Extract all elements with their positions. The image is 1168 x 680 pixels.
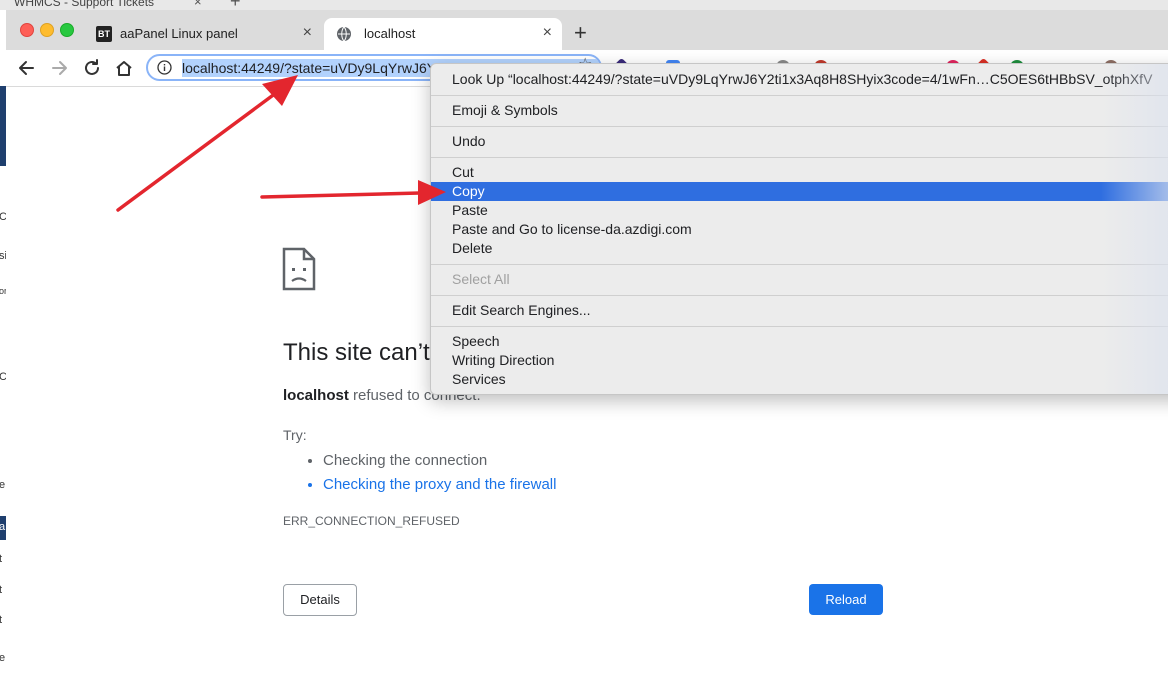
- background-tab-title[interactable]: WHMCS - Support Tickets: [14, 0, 154, 9]
- suggestion-link-proxy[interactable]: Checking the proxy and the firewall: [323, 473, 556, 497]
- suggestion-list: Checking the connection Checking the pro…: [283, 449, 556, 497]
- tab-localhost[interactable]: localhost ×: [324, 18, 562, 50]
- try-label: Try:: [283, 427, 307, 443]
- menu-item-emoji-symbols[interactable]: Emoji & Symbols: [431, 101, 1168, 120]
- menu-item-copy[interactable]: Copy: [431, 182, 1168, 201]
- maximize-window-button[interactable]: [60, 23, 74, 37]
- menu-item-cut[interactable]: Cut: [431, 163, 1168, 182]
- home-icon[interactable]: [113, 57, 135, 79]
- back-arrow-icon[interactable]: [16, 57, 38, 79]
- background-tab-close-icon[interactable]: ×: [194, 0, 202, 9]
- forward-arrow-icon[interactable]: [48, 57, 70, 79]
- menu-item-undo[interactable]: Undo: [431, 132, 1168, 151]
- menu-separator: [431, 126, 1168, 127]
- sad-document-icon: [282, 247, 316, 291]
- menu-separator: [431, 157, 1168, 158]
- menu-separator: [431, 326, 1168, 327]
- minimize-window-button[interactable]: [40, 23, 54, 37]
- menu-item-speech[interactable]: Speech: [431, 332, 1168, 351]
- menu-item-look-up[interactable]: Look Up “localhost:44249/?state=uVDy9LqY…: [431, 70, 1168, 89]
- info-icon[interactable]: [157, 60, 172, 75]
- menu-item-writing-direction[interactable]: Writing Direction: [431, 351, 1168, 370]
- background-page-text: t: [0, 553, 2, 565]
- new-tab-button[interactable]: +: [574, 20, 587, 46]
- background-page-text: t: [0, 584, 2, 596]
- background-new-tab-icon[interactable]: +: [230, 0, 241, 10]
- tab-close-icon[interactable]: ×: [543, 24, 552, 42]
- background-window-tabbar: WHMCS - Support Tickets × +: [0, 0, 1168, 10]
- tab-aapanel[interactable]: BT aaPanel Linux panel ×: [86, 18, 322, 50]
- globe-icon: [337, 26, 351, 42]
- reload-icon[interactable]: [81, 57, 103, 79]
- tab-close-icon[interactable]: ×: [303, 24, 312, 42]
- background-page-text: a: [0, 521, 5, 533]
- tab-title: aaPanel Linux panel: [120, 26, 238, 41]
- background-page-text: e: [0, 479, 5, 491]
- menu-item-paste[interactable]: Paste: [431, 201, 1168, 220]
- background-page-text: t: [0, 614, 2, 626]
- tab-strip: BT aaPanel Linux panel × localhost × +: [6, 10, 1168, 50]
- details-button[interactable]: Details: [283, 584, 357, 616]
- error-host: localhost: [283, 387, 349, 404]
- menu-separator: [431, 95, 1168, 96]
- menu-separator: [431, 264, 1168, 265]
- menu-item-paste-and-go[interactable]: Paste and Go to license-da.azdigi.com: [431, 220, 1168, 239]
- menu-item-edit-search-engines[interactable]: Edit Search Engines...: [431, 301, 1168, 320]
- bt-favicon-icon: BT: [96, 26, 112, 42]
- context-menu: Look Up “localhost:44249/?state=uVDy9LqY…: [430, 63, 1168, 395]
- menu-item-delete[interactable]: Delete: [431, 239, 1168, 258]
- menu-separator: [431, 295, 1168, 296]
- menu-item-services[interactable]: Services: [431, 370, 1168, 389]
- reload-button[interactable]: Reload: [809, 584, 883, 615]
- menu-item-select-all: Select All: [452, 271, 510, 287]
- suggestion-item: Checking the connection: [323, 449, 556, 473]
- close-window-button[interactable]: [20, 23, 34, 37]
- error-code: ERR_CONNECTION_REFUSED: [283, 514, 460, 528]
- tab-title: localhost: [364, 26, 416, 41]
- background-page-text: e: [0, 652, 5, 664]
